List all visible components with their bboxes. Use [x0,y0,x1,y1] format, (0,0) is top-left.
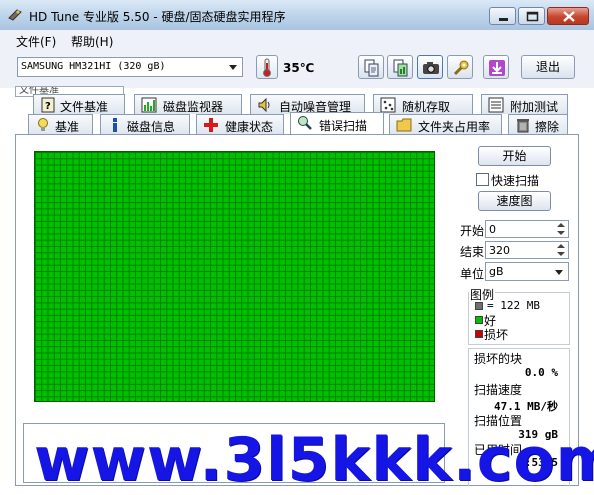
end-position-spinner[interactable]: 320 [485,241,569,259]
speaker-icon [258,97,270,113]
tab-erase[interactable]: 擦除 [508,114,568,134]
tab-benchmark[interactable]: 基准 [28,114,93,134]
tab-error-scan[interactable]: 错误扫描 [290,112,384,134]
folder-icon [396,118,412,132]
start-position-spinner[interactable]: 0 [485,220,569,238]
tab-label: 擦除 [535,120,560,134]
tab-label: 文件基准 [60,100,109,114]
speed-map-button[interactable]: 速度图 [478,191,551,211]
start-position-value: 0 [489,223,496,236]
legend-block-size: = 122 MB [487,299,540,312]
tab-acoustic-management[interactable]: 自动噪音管理 [250,94,365,114]
temperature-indicator [256,55,278,79]
damaged-blocks-value: 0.0 % [524,366,558,379]
unit-label: 单位 [460,267,485,281]
tab-file-benchmark[interactable]: ? 文件基准 [33,94,125,114]
copy-text-button[interactable] [358,55,384,79]
hdtune-icon [8,9,22,21]
benchmark-icon [38,118,48,131]
tab-disk-info[interactable]: 磁盘信息 [100,114,190,134]
end-field-label: 结束 [460,245,485,259]
spinner-arrows-icon [557,223,565,235]
tab-disk-monitor[interactable]: 磁盘监视器 [134,94,242,114]
menu-help[interactable]: 帮助(H) [71,33,113,50]
tab-label: 附加测试 [510,100,559,114]
tab-random-access[interactable]: 随机存取 [373,94,473,114]
tab-label: 磁盘信息 [127,120,176,134]
close-icon [563,11,575,22]
minimize-button[interactable] [489,7,516,25]
drive-select-value: SAMSUNG HM321HI (320 gB) [21,61,166,72]
health-cross-icon [204,118,218,132]
scan-speed-label: 扫描速度 [474,383,523,397]
legend-bad-label: 损坏 [484,328,509,342]
file-benchmark-icon: ? [41,97,55,113]
unit-select[interactable]: gB [485,262,569,281]
legend-block-swatch [475,302,483,310]
error-scan-block-map [34,151,435,402]
magnifier-icon [298,116,312,130]
save-download-icon [489,60,505,76]
tab-label: 磁盘监视器 [163,100,224,114]
start-field-label: 开始 [460,224,485,238]
tab-extra-tests[interactable]: 附加测试 [481,94,568,114]
disk-monitor-icon [141,97,157,113]
close-button[interactable] [547,7,589,25]
options-icon [453,60,469,76]
quick-scan-checkbox[interactable] [476,173,489,186]
copy-text-icon [364,59,379,77]
thermometer-icon [263,58,271,77]
info-icon [113,118,117,132]
maximize-button[interactable] [518,7,545,25]
spinner-arrows-icon [557,244,565,256]
end-position-value: 320 [489,244,510,257]
tab-label: 基准 [55,120,80,134]
temperature-value: 35℃ [283,61,315,75]
camera-icon [423,62,439,74]
chevron-down-icon [555,270,563,275]
damaged-blocks-label: 损坏的块 [474,352,523,366]
tab-label: 随机存取 [402,100,451,114]
screenshot-button[interactable] [417,55,443,79]
window-title: HD Tune 专业版 5.50 - 硬盘/固态硬盘实用程序 [29,10,286,24]
unit-select-value: gB [489,265,504,278]
tab-label: 错误扫描 [319,119,368,133]
save-button[interactable] [483,55,509,79]
minimize-icon [499,18,508,21]
legend-bad-swatch [475,330,483,338]
tab-label: 健康状态 [225,120,274,134]
tab-folder-usage[interactable]: 文件夹占用率 [389,114,502,134]
legend-good-swatch [475,316,483,324]
random-access-icon [380,97,396,113]
drive-select[interactable]: SAMSUNG HM321HI (320 gB) [17,57,243,77]
copy-screenshot-button[interactable] [387,55,413,79]
menu-file[interactable]: 文件(F) [16,33,56,50]
tab-health[interactable]: 健康状态 [196,114,284,134]
copy-screenshot-icon [393,59,408,77]
trash-icon [517,119,529,133]
watermark-text: www.3l5kkk.com [34,425,594,495]
tab-label: 文件夹占用率 [418,120,491,134]
start-scan-button[interactable]: 开始 [478,146,551,166]
quick-scan-label: 快速扫描 [491,174,540,188]
chevron-down-icon [229,65,237,70]
svg-text:?: ? [45,101,51,112]
exit-button[interactable]: 退出 [521,55,575,79]
extra-tests-icon [488,97,504,113]
maximize-icon [526,11,539,22]
options-button[interactable] [447,55,473,79]
